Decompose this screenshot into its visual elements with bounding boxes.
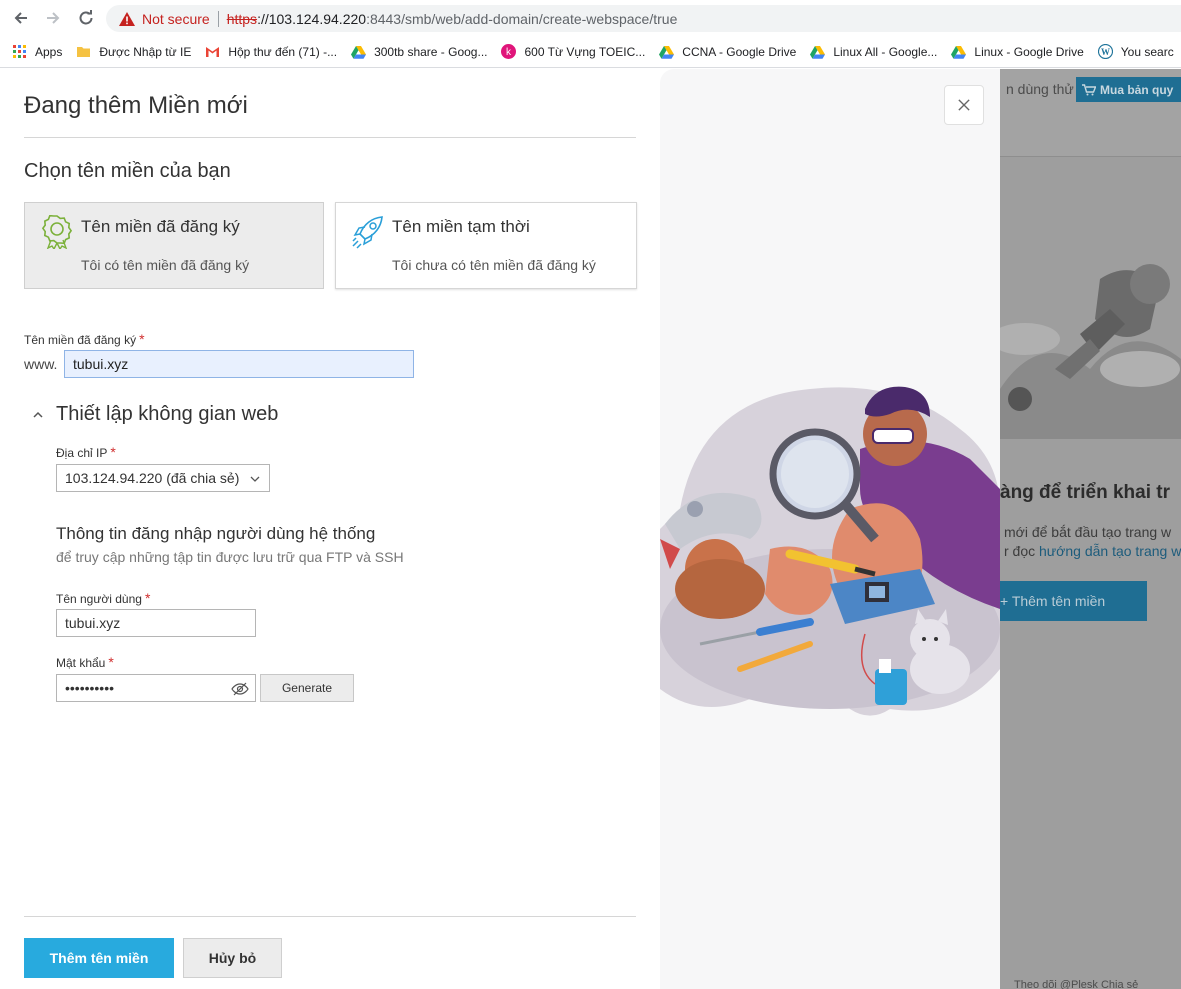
background-header: n dùng thử Mua bản quy <box>1000 69 1181 157</box>
required-mark: * <box>108 654 114 670</box>
bookmark-label: Hộp thư đến (71) -... <box>228 44 338 59</box>
ip-label-text: Địa chỉ IP <box>56 446 108 460</box>
bookmark-label: 300tb share - Goog... <box>374 44 488 59</box>
password-input[interactable]: •••••••••• <box>56 674 256 702</box>
option-description: Tôi có tên miền đã đăng ký <box>81 257 250 273</box>
address-separator <box>217 10 219 27</box>
background-text-2-prefix: r đọc <box>1004 543 1040 559</box>
bookmarks-bar: Apps Được Nhập từ IE Hộp thư đến (71) -.… <box>0 36 1181 68</box>
trial-text: n dùng thử <box>1006 81 1074 97</box>
page-title: Đang thêm Miền mới <box>24 92 248 119</box>
bookmark-folder-ie[interactable]: Được Nhập từ IE <box>76 40 191 64</box>
option-title: Tên miền tạm thời <box>392 217 530 236</box>
wordpress-icon: W <box>1097 44 1113 59</box>
login-info-title: Thông tin đăng nhập người dùng hệ thống <box>56 524 376 543</box>
required-mark: * <box>139 331 145 347</box>
bookmark-drive-ccna[interactable]: CCNA - Google Drive <box>659 40 796 64</box>
bookmark-label: Apps <box>35 44 63 59</box>
bookmark-apps[interactable]: Apps <box>12 40 62 64</box>
url-scheme: https <box>226 10 258 27</box>
gmail-icon <box>205 44 220 59</box>
option-title: Tên miền đã đăng ký <box>81 217 240 236</box>
background-footer: Theo dõi @Plesk Chia sẻ <box>1014 979 1139 989</box>
username-input[interactable]: tubui.xyz <box>56 609 256 637</box>
password-label: Mật khẩu * <box>56 654 114 670</box>
bookmark-label: Linux All - Google... <box>833 44 938 59</box>
background-illustration <box>1000 264 1181 439</box>
badge-icon <box>41 214 73 251</box>
bookmark-label: CCNA - Google Drive <box>682 44 797 59</box>
bookmark-drive-linux[interactable]: Linux - Google Drive <box>951 40 1084 64</box>
cancel-button[interactable]: Hủy bỏ <box>183 938 282 978</box>
warning-icon <box>118 11 136 27</box>
generate-password-button[interactable]: Generate <box>260 674 354 702</box>
buy-license-label: Mua bản quy <box>1100 82 1174 97</box>
browser-toolbar: Not secure https://103.124.94.220:8443/s… <box>0 0 1181 36</box>
chevron-down-icon <box>250 476 260 482</box>
background-text-2: r đọc hướng dẫn tạo trang w <box>1004 543 1181 559</box>
background-text-1: mới để bắt đầu tạo trang w <box>1004 524 1172 540</box>
url-host: ://103.124.94.220 <box>257 10 367 27</box>
title-divider <box>24 137 636 138</box>
bookmark-label: Linux - Google Drive <box>974 44 1084 59</box>
google-drive-icon <box>659 44 675 59</box>
password-value: •••••••••• <box>65 680 115 696</box>
ip-label: Địa chỉ IP * <box>56 444 116 460</box>
bookmark-drive-300tb[interactable]: 300tb share - Goog... <box>351 40 487 64</box>
required-mark: * <box>144 590 151 606</box>
folder-icon <box>76 44 91 59</box>
bookmark-label: You searc <box>1120 44 1174 59</box>
back-icon[interactable] <box>10 7 32 29</box>
username-label-text: Tên người dùng <box>56 592 142 606</box>
google-drive-icon <box>951 44 967 59</box>
buy-license-button: Mua bản quy <box>1076 77 1181 102</box>
bookmark-label: 600 Từ Vựng TOEIC... <box>524 44 646 59</box>
reload-icon[interactable] <box>75 7 97 29</box>
close-icon <box>958 99 970 111</box>
apps-grid-icon <box>12 44 27 59</box>
ip-address-value: 103.124.94.220 (đã chia sẻ) <box>65 470 240 486</box>
illustration-panel <box>660 69 1000 989</box>
address-bar[interactable]: Not secure https://103.124.94.220:8443/s… <box>106 5 1181 32</box>
eye-slash-icon[interactable] <box>231 681 249 697</box>
background-add-domain-button: + Thêm tên miền <box>1000 581 1147 621</box>
not-secure-label: Not secure <box>142 10 210 27</box>
background-guide-link: hướng dẫn tạo trang w <box>1039 543 1181 559</box>
choose-domain-heading: Chọn tên miền của bạn <box>24 160 231 182</box>
cart-icon <box>1082 83 1096 95</box>
developer-illustration <box>660 386 1000 716</box>
bookmark-toeic[interactable]: k 600 Từ Vựng TOEIC... <box>501 40 645 64</box>
username-label: Tên người dùng * <box>56 590 150 606</box>
rocket-icon <box>352 215 384 249</box>
option-temporary-domain[interactable]: Tên miền tạm thời Tôi chưa có tên miền đ… <box>335 202 637 289</box>
background-heading: àng để triển khai tr <box>1000 482 1170 503</box>
ip-address-select[interactable]: 103.124.94.220 (đã chia sẻ) <box>56 464 270 492</box>
svg-text:W: W <box>1101 47 1110 57</box>
footer-divider <box>24 916 636 917</box>
url-path: :8443/smb/web/add-domain/create-webspace… <box>366 10 678 27</box>
option-description: Tôi chưa có tên miền đã đăng ký <box>392 257 596 273</box>
login-info-subtitle: để truy cập những tập tin được lưu trữ q… <box>56 549 404 565</box>
password-label-text: Mật khẩu <box>56 656 106 670</box>
bookmark-gmail[interactable]: Hộp thư đến (71) -... <box>205 40 337 64</box>
webspace-section-title[interactable]: Thiết lập không gian web <box>56 403 278 426</box>
add-domain-submit-button[interactable]: Thêm tên miền <box>24 938 174 978</box>
username-value: tubui.xyz <box>65 615 121 631</box>
option-registered-domain[interactable]: Tên miền đã đăng ký Tôi có tên miền đã đ… <box>24 202 324 289</box>
close-button[interactable] <box>944 85 984 125</box>
domain-label: Tên miền đã đăng ký * <box>24 331 145 347</box>
bookmark-wordpress[interactable]: W You searc <box>1097 40 1174 64</box>
domain-label-text: Tên miền đã đăng ký <box>24 333 137 347</box>
k-site-icon: k <box>501 44 517 59</box>
domain-input[interactable] <box>64 350 414 378</box>
background-page: n dùng thử Mua bản quy àng để triển khai… <box>1000 69 1181 989</box>
bookmark-label: Được Nhập từ IE <box>99 44 192 59</box>
bookmark-drive-linux-all[interactable]: Linux All - Google... <box>810 40 937 64</box>
chevron-up-icon[interactable] <box>31 408 45 422</box>
www-prefix: www. <box>24 356 58 372</box>
google-drive-icon <box>351 44 367 59</box>
forward-icon[interactable] <box>42 7 64 29</box>
required-mark: * <box>110 444 116 460</box>
google-drive-icon <box>810 44 826 59</box>
